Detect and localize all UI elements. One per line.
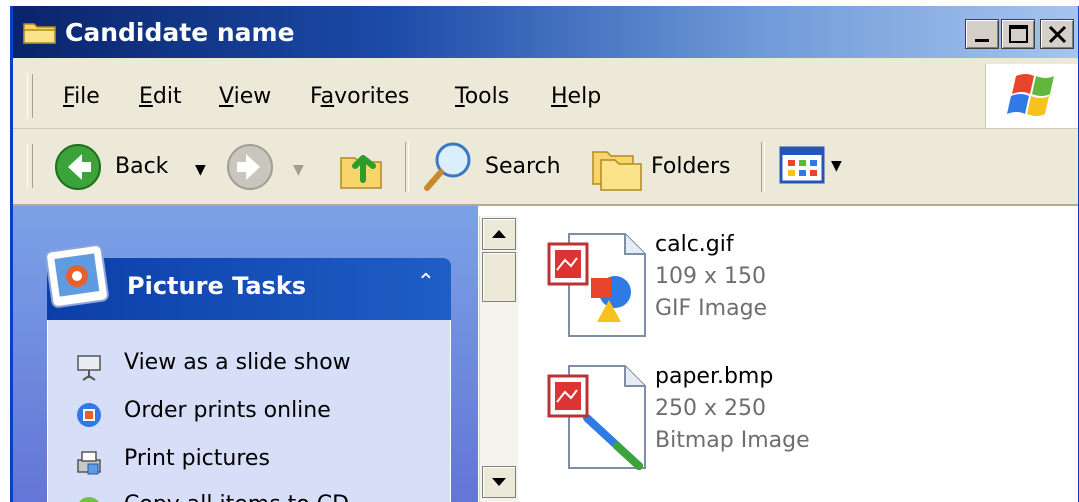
gif-image-file-icon <box>547 233 646 337</box>
toolbar-separator-2 <box>761 142 765 192</box>
menu-favorites[interactable]: Favorites <box>310 84 409 109</box>
up-folder-button[interactable] <box>335 140 391 194</box>
picture-tasks-title: Picture Tasks <box>127 272 307 300</box>
menu-view[interactable]: View <box>219 84 271 109</box>
scrollbar-thumb[interactable] <box>482 252 516 302</box>
back-button[interactable]: Back ▼ <box>49 140 229 194</box>
toolbar-grip[interactable] <box>27 144 33 188</box>
menu-file[interactable]: File <box>63 84 100 109</box>
windows-logo-icon <box>1007 74 1054 116</box>
task-label: View as a slide show <box>124 350 351 375</box>
folder-icon <box>23 23 56 44</box>
file-name: calc.gif <box>655 232 734 257</box>
task-label: Order prints online <box>124 398 331 423</box>
task-pane-scrollbar[interactable] <box>479 216 518 502</box>
windows-logo-box <box>985 64 1078 128</box>
minimize-icon <box>975 39 989 42</box>
picture-tasks-list: View as a slide show Order prints online <box>47 320 451 502</box>
content-area: Picture Tasks ⌃ View as a slide show Ord… <box>13 206 1078 502</box>
back-arrow-icon <box>55 144 101 190</box>
task-label: Print pictures <box>124 446 270 471</box>
folders-icon <box>592 151 642 191</box>
search-label: Search <box>485 154 561 179</box>
search-button[interactable]: Search <box>417 140 577 194</box>
cd-icon <box>79 497 99 502</box>
folders-label: Folders <box>651 154 731 179</box>
close-button[interactable] <box>1040 19 1074 49</box>
print-icon <box>77 451 101 475</box>
bitmap-image-file-icon <box>547 365 646 470</box>
file-dimensions: 109 x 150 <box>655 264 766 289</box>
views-button[interactable]: ▼ <box>777 142 857 192</box>
forward-dropdown-icon[interactable]: ▼ <box>293 162 304 178</box>
task-pane: Picture Tasks ⌃ View as a slide show Ord… <box>13 206 478 502</box>
maximize-icon <box>1009 25 1028 43</box>
order-prints-icon <box>77 403 101 427</box>
folders-button[interactable]: Folders <box>587 140 753 194</box>
scroll-up-icon <box>492 230 506 238</box>
maximize-button[interactable] <box>1001 19 1035 49</box>
scroll-down-icon <box>492 478 506 486</box>
scroll-down-button[interactable] <box>482 466 516 498</box>
scroll-up-button[interactable] <box>482 218 516 250</box>
menu-grip[interactable] <box>27 74 33 118</box>
picture-tasks-icon <box>45 244 109 308</box>
file-type: GIF Image <box>655 296 768 321</box>
views-dropdown-icon[interactable]: ▼ <box>831 158 842 174</box>
menu-tools[interactable]: Tools <box>455 84 509 109</box>
file-type: Bitmap Image <box>655 428 810 453</box>
toolbar-separator <box>405 142 409 192</box>
explorer-window: Candidate name File Edit View Favorites … <box>10 6 1079 502</box>
task-label: Copy all items to CD <box>124 492 349 502</box>
up-folder-icon <box>340 155 382 189</box>
minimize-button[interactable] <box>965 19 999 49</box>
file-dimensions: 250 x 250 <box>655 396 766 421</box>
search-icon <box>424 142 471 191</box>
forward-button[interactable]: ▼ <box>223 140 313 194</box>
title-bar[interactable]: Candidate name <box>13 6 1078 58</box>
close-icon <box>1048 25 1067 44</box>
forward-arrow-icon <box>227 144 273 190</box>
menu-bar: File Edit View Favorites Tools Help <box>13 64 1078 129</box>
menu-help[interactable]: Help <box>551 84 601 109</box>
standard-toolbar: Back ▼ ▼ Search Folders ▼ <box>13 130 1078 206</box>
menu-edit[interactable]: Edit <box>139 84 182 109</box>
window-title: Candidate name <box>65 18 295 47</box>
back-label: Back <box>115 154 169 179</box>
file-name: paper.bmp <box>655 364 774 389</box>
back-dropdown-icon[interactable]: ▼ <box>195 162 206 178</box>
slideshow-icon <box>77 355 101 381</box>
views-icon <box>779 146 825 184</box>
collapse-chevron-icon[interactable]: ⌃ <box>417 270 435 295</box>
